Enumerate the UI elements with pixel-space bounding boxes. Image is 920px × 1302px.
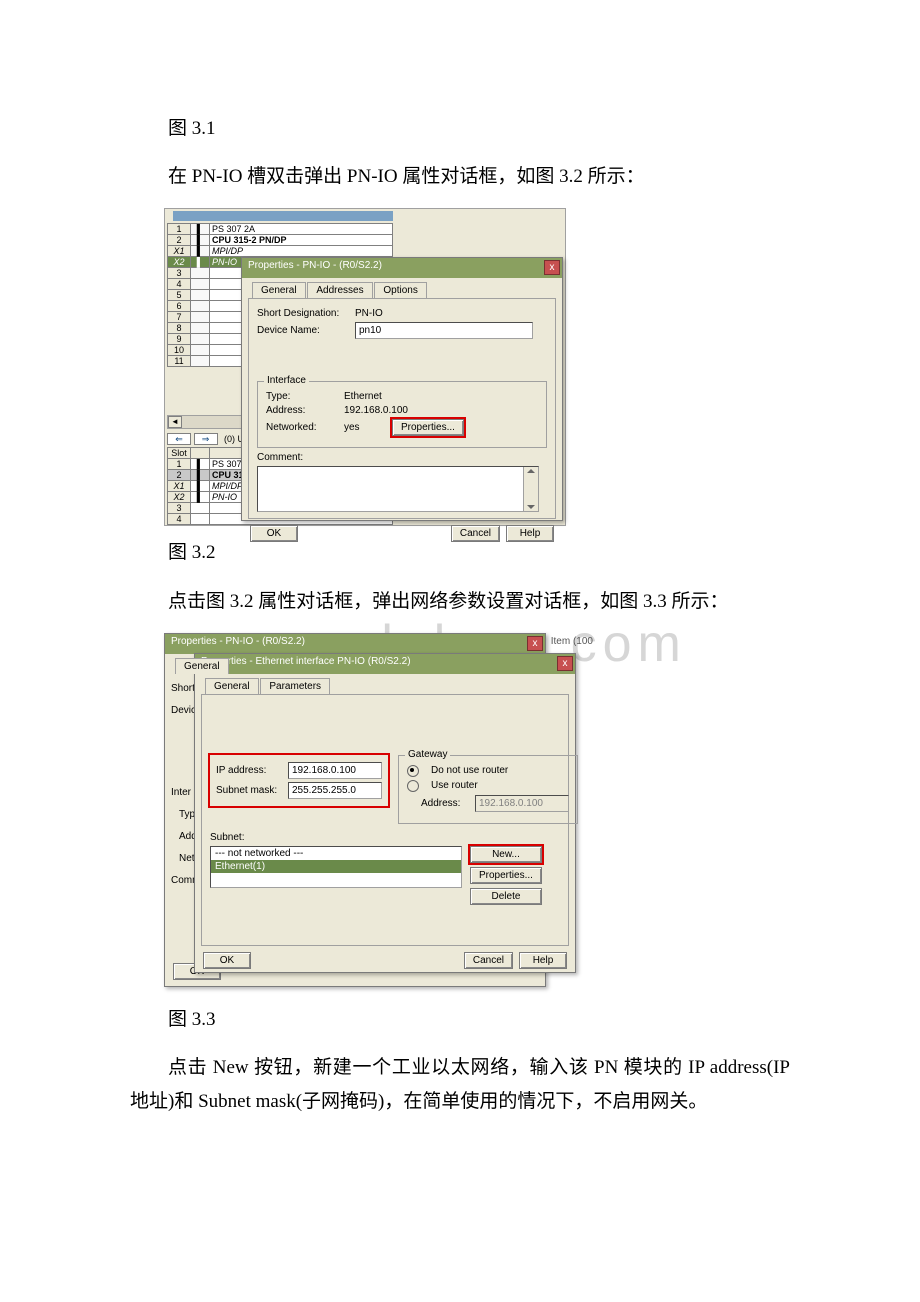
networked-label: Networked: bbox=[266, 422, 336, 433]
screenshot-fig-3-2: 1▌PS 307 2A2▌CPU 315-2 PN/DPX1▌MPI/DPX2▌… bbox=[164, 208, 566, 526]
figure-3-3-label: 图 3.3 bbox=[130, 1003, 790, 1037]
interface-group: Interface Type: Ethernet Address: 192.16… bbox=[257, 381, 547, 448]
tab-general[interactable]: General bbox=[252, 282, 306, 298]
radio-no-router[interactable] bbox=[407, 765, 419, 777]
paragraph-3: 点击 New 按钮，新建一个工业以太网络，输入该 PN 模块的 IP addre… bbox=[130, 1051, 790, 1119]
ip-address-label: IP address: bbox=[216, 765, 280, 776]
subnet-mask-label: Subnet mask: bbox=[216, 785, 280, 796]
back-arrow-icon[interactable]: ⇐ bbox=[167, 433, 191, 445]
properties-button[interactable]: Properties... bbox=[392, 419, 464, 436]
networked-value: yes bbox=[344, 422, 384, 433]
new-button[interactable]: New... bbox=[470, 846, 542, 863]
tab-body: Short Designation: PN-IO Device Name: In… bbox=[248, 298, 556, 519]
device-name-input[interactable] bbox=[355, 322, 533, 339]
rack-title-bar bbox=[173, 211, 393, 221]
ok-button[interactable]: OK bbox=[203, 952, 251, 969]
address-value: 192.168.0.100 bbox=[344, 405, 408, 416]
ip-address-input[interactable] bbox=[288, 762, 382, 779]
front-dialog-footer: OK Cancel Help bbox=[203, 952, 567, 969]
dialog-tabs[interactable]: General Addresses Options bbox=[252, 282, 558, 298]
fwd-arrow-icon[interactable]: ⇒ bbox=[194, 433, 218, 445]
cancel-button[interactable]: Cancel bbox=[451, 525, 500, 542]
front-dialog-tabs[interactable]: General Parameters bbox=[205, 678, 571, 694]
interface-legend: Interface bbox=[264, 375, 309, 386]
tab-general[interactable]: General bbox=[175, 658, 229, 674]
help-button[interactable]: Help bbox=[519, 952, 567, 969]
router-address-label: Address: bbox=[421, 798, 467, 809]
comment-textarea[interactable] bbox=[257, 466, 539, 512]
tab-general[interactable]: General bbox=[205, 678, 259, 694]
subnet-mask-input[interactable] bbox=[288, 782, 382, 799]
short-designation-value: PN-IO bbox=[355, 308, 383, 319]
subnet-properties-button[interactable]: Properties... bbox=[470, 867, 542, 884]
dialog-title-bar[interactable]: Properties - PN-IO - (R0/S2.2) x bbox=[242, 258, 562, 278]
comment-label: Comment: bbox=[257, 452, 317, 463]
ethernet-interface-dialog: Properties - Ethernet interface PN-IO (R… bbox=[194, 653, 576, 973]
radio-use-router[interactable] bbox=[407, 780, 419, 792]
front-dialog-title: Properties - Ethernet interface PN-IO (R… bbox=[201, 656, 411, 667]
item-count-text: Item (100 bbox=[551, 636, 593, 647]
address-label: Address: bbox=[266, 405, 336, 416]
router-address-input bbox=[475, 795, 569, 812]
ok-button[interactable]: OK bbox=[250, 525, 298, 542]
tab-options[interactable]: Options bbox=[374, 282, 426, 298]
short-designation-label: Short Designation: bbox=[257, 308, 347, 319]
ip-subnet-group: IP address: Subnet mask: bbox=[210, 755, 388, 806]
type-value: Ethernet bbox=[344, 391, 382, 402]
use-router-label: Use router bbox=[431, 780, 478, 791]
subnet-label: Subnet: bbox=[210, 832, 244, 843]
subnet-listbox[interactable]: --- not networked --- Ethernet(1) bbox=[210, 846, 462, 888]
document-page: 图 3.1 在 PN-IO 槽双击弹出 PN-IO 属性对话框，如图 3.2 所… bbox=[0, 0, 920, 1193]
close-icon[interactable]: x bbox=[527, 636, 543, 651]
scroll-left-icon[interactable]: ◄ bbox=[168, 416, 182, 428]
front-tab-body: IP address: Subnet mask: Gateway Do not … bbox=[201, 694, 569, 946]
tab-addresses[interactable]: Addresses bbox=[307, 282, 372, 298]
screenshot-fig-3-3: Properties - PN-IO - (R0/S2.2) x Item (1… bbox=[164, 633, 594, 993]
tab-parameters[interactable]: Parameters bbox=[260, 678, 330, 694]
close-icon[interactable]: x bbox=[544, 260, 560, 275]
pnio-properties-dialog: Properties - PN-IO - (R0/S2.2) x General… bbox=[241, 257, 563, 521]
textarea-scrollbar[interactable] bbox=[523, 467, 538, 511]
subnet-buttons: New... Properties... Delete bbox=[470, 846, 542, 905]
type-label: Type: bbox=[266, 391, 336, 402]
close-icon[interactable]: x bbox=[557, 656, 573, 671]
paragraph-1: 在 PN-IO 槽双击弹出 PN-IO 属性对话框，如图 3.2 所示： bbox=[130, 160, 790, 194]
front-dialog-title-bar[interactable]: Properties - Ethernet interface PN-IO (R… bbox=[195, 654, 575, 674]
dialog-footer: OK Cancel Help bbox=[250, 525, 554, 542]
delete-button[interactable]: Delete bbox=[470, 888, 542, 905]
back-dialog-title: Properties - PN-IO - (R0/S2.2) bbox=[171, 636, 305, 647]
gateway-legend: Gateway bbox=[405, 749, 450, 760]
subnet-item-ethernet1[interactable]: Ethernet(1) bbox=[211, 860, 461, 873]
no-router-label: Do not use router bbox=[431, 765, 508, 776]
figure-3-1-label: 图 3.1 bbox=[130, 112, 790, 146]
dialog-title: Properties - PN-IO - (R0/S2.2) bbox=[248, 260, 382, 271]
gateway-group: Gateway Do not use router Use router Add… bbox=[398, 755, 578, 824]
device-name-label: Device Name: bbox=[257, 325, 347, 336]
subnet-item-not-networked[interactable]: --- not networked --- bbox=[211, 847, 461, 860]
cancel-button[interactable]: Cancel bbox=[464, 952, 513, 969]
back-dialog-title-bar[interactable]: Properties - PN-IO - (R0/S2.2) x Item (1… bbox=[165, 634, 545, 654]
paragraph-2: 点击图 3.2 属性对话框，弹出网络参数设置对话框，如图 3.3 所示： bbox=[130, 585, 790, 619]
help-button[interactable]: Help bbox=[506, 525, 554, 542]
